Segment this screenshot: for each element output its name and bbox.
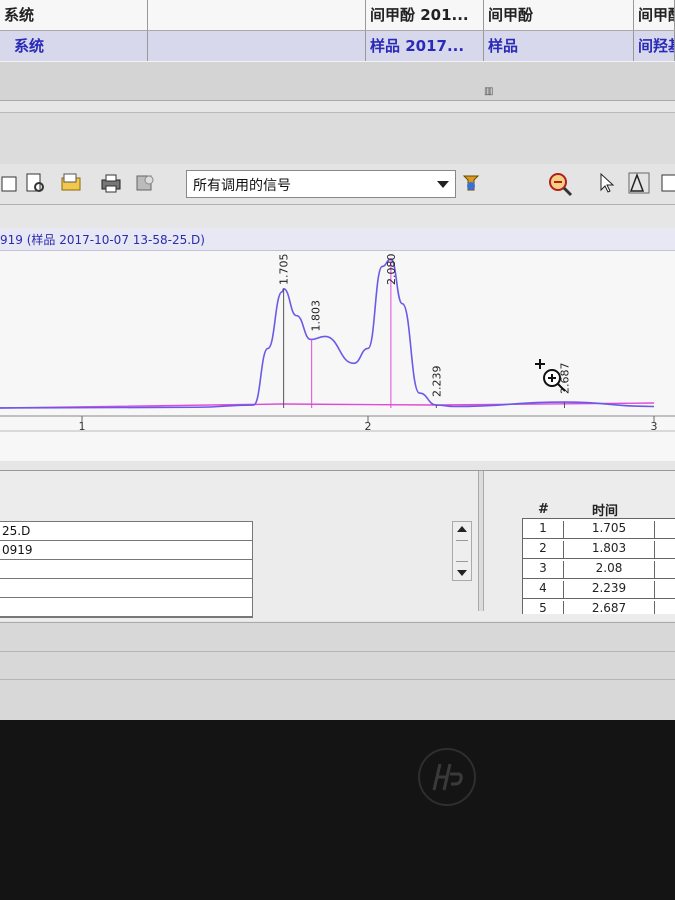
peak-time: 2.08 — [564, 561, 655, 578]
peak-number: 1 — [523, 521, 564, 538]
sample-info-table: 25.D 0919 — [0, 521, 253, 618]
scroll-thumb[interactable] — [456, 540, 468, 562]
chemstation-window: 系统 间甲酚 201... 间甲酚 间甲酚 系统 样品 2017... 样品 间… — [0, 0, 675, 720]
table-cell — [148, 0, 366, 30]
table-cell: 间甲酚 — [484, 0, 634, 30]
peak-table: # 时间 1 1.705 2 1.803 3 2.08 4 2.239 5 2.687 — [522, 500, 675, 614]
table-cell — [148, 31, 366, 61]
table-footer-area — [0, 62, 675, 101]
folder-icon[interactable] — [60, 172, 82, 194]
chromatogram-title-bar: 919 (样品 2017-10-07 13-58-25.D) — [0, 228, 675, 251]
status-area — [0, 622, 675, 720]
divider — [0, 679, 675, 680]
scroll-up-icon[interactable] — [457, 526, 467, 532]
chromatogram-title: 919 (样品 2017-10-07 13-58-25.D) — [0, 233, 205, 247]
peak-number: 5 — [523, 601, 564, 614]
table-cell: 样品 2017... — [366, 31, 484, 61]
table-row[interactable]: 系统 间甲酚 201... 间甲酚 间甲酚 — [0, 0, 675, 31]
x-tick-label: 1 — [79, 420, 86, 433]
divider — [0, 651, 675, 652]
x-tick-label: 2 — [365, 420, 372, 433]
table-row[interactable]: 3 2.08 — [523, 558, 675, 578]
peak-number: 4 — [523, 581, 564, 598]
peak-time: 2.239 — [564, 581, 655, 598]
sequence-table: 系统 间甲酚 201... 间甲酚 间甲酚 系统 样品 2017... 样品 间… — [0, 0, 675, 62]
column-header-number[interactable]: # — [538, 502, 549, 517]
hp-logo-icon — [432, 763, 463, 791]
hp-logo — [418, 748, 476, 806]
table-row[interactable]: 1 1.705 — [523, 518, 675, 538]
peak-number: 2 — [523, 541, 564, 558]
peak-table-header: # 时间 — [522, 500, 675, 519]
print-preview-icon[interactable] — [24, 172, 46, 194]
printer-icon[interactable] — [100, 172, 122, 194]
table-cell: 系统 — [0, 0, 148, 30]
signal-select[interactable]: 所有调用的信号 — [186, 170, 456, 198]
table-cell: 间羟基 — [634, 31, 675, 61]
table-row[interactable] — [0, 598, 252, 617]
peak-number: 3 — [523, 561, 564, 578]
peak-time: 1.705 — [564, 521, 655, 538]
peak-time: 1.803 — [564, 541, 655, 558]
pointer-icon[interactable] — [596, 172, 618, 194]
table-row-selected[interactable]: 系统 样品 2017... 样品 间羟基 — [0, 31, 675, 61]
splitter-bar[interactable] — [0, 112, 675, 165]
open-file-icon[interactable] — [0, 172, 22, 194]
x-tick-label: 3 — [651, 420, 658, 433]
peak-label: 1.803 — [310, 300, 323, 332]
table-row[interactable]: 4 2.239 — [523, 578, 675, 598]
more-tools-icon[interactable] — [660, 172, 675, 194]
signal-select-value: 所有调用的信号 — [193, 178, 291, 194]
chromatogram-svg[interactable]: 1 2 31.7051.8032.0802.239 2.687 — [0, 251, 675, 461]
chromatogram-plot[interactable]: 1 2 3 1.705 1.803 2.080 2.239 2.687 — [0, 251, 675, 461]
baseline-icon[interactable] — [628, 172, 650, 194]
column-header-time[interactable]: 时间 — [592, 500, 618, 519]
zoom-out-icon[interactable] — [546, 170, 574, 198]
table-row[interactable] — [0, 560, 252, 579]
table-row[interactable]: 2 1.803 — [523, 538, 675, 558]
peak-time: 2.687 — [564, 601, 655, 614]
vertical-scrollbar[interactable] — [452, 521, 472, 581]
table-cell: 系统 — [0, 31, 148, 61]
peak-label: 2.080 — [385, 254, 398, 286]
splitter-grip-icon[interactable]: ▥ — [484, 86, 493, 97]
table-cell: 间甲酚 — [634, 0, 675, 30]
table-row[interactable]: 0919 — [0, 541, 252, 560]
table-row[interactable] — [0, 579, 252, 598]
annotate-icon[interactable] — [460, 172, 482, 194]
report-icon[interactable] — [134, 172, 156, 194]
panel-splitter[interactable] — [478, 471, 484, 611]
peak-label: 2.239 — [430, 366, 443, 398]
monitor-bezel — [0, 720, 675, 900]
table-cell: 样品 — [484, 31, 634, 61]
table-row[interactable]: 5 2.687 — [523, 598, 675, 614]
peak-table-body: 1 1.705 2 1.803 3 2.08 4 2.239 5 2.687 — [522, 518, 675, 614]
scroll-down-icon[interactable] — [457, 570, 467, 576]
chevron-down-icon[interactable] — [437, 181, 449, 188]
table-row[interactable]: 25.D — [0, 522, 252, 541]
peak-label: 1.705 — [278, 254, 291, 286]
table-cell: 间甲酚 201... — [366, 0, 484, 30]
